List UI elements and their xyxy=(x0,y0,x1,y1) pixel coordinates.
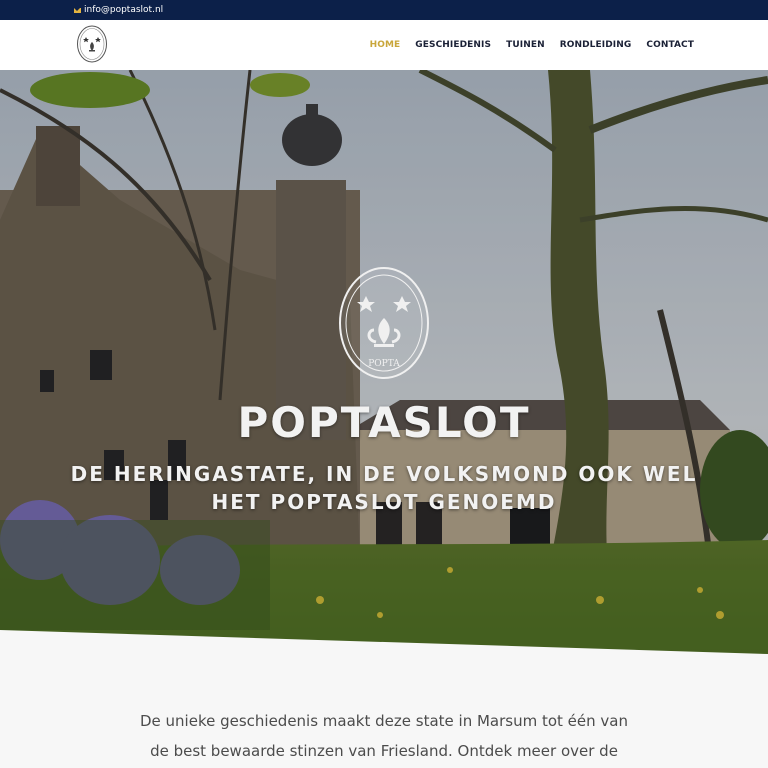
nav-tuinen[interactable]: TUINEN xyxy=(506,40,545,50)
hero-section: POPTA POPTASLOT DE HERINGASTATE, IN DE V… xyxy=(0,70,768,654)
email-link[interactable]: info@poptaslot.nl xyxy=(84,4,163,16)
envelope-icon xyxy=(74,7,81,13)
site-header: HOME GESCHIEDENIS TUINEN RONDLEIDING CON… xyxy=(0,20,768,70)
nav-rondleiding[interactable]: RONDLEIDING xyxy=(560,40,632,50)
top-bar-email[interactable]: info@poptaslot.nl xyxy=(74,4,163,16)
nav-contact[interactable]: CONTACT xyxy=(646,40,694,50)
hero-subtitle: DE HERINGASTATE, IN DE VOLKSMOND OOK WEL… xyxy=(70,462,698,514)
seal-text: POPTA xyxy=(368,359,400,369)
hero-title: POPTASLOT xyxy=(237,398,531,447)
intro-paragraph: De unieke geschiedenis maakt deze state … xyxy=(139,712,628,760)
nav-geschiedenis[interactable]: GESCHIEDENIS xyxy=(415,40,491,50)
nav-home[interactable]: HOME xyxy=(370,40,401,50)
site-logo[interactable] xyxy=(76,24,108,64)
main-navigation: HOME GESCHIEDENIS TUINEN RONDLEIDING CON… xyxy=(370,20,694,70)
poptaslot-seal-emblem: POPTA xyxy=(339,267,429,379)
top-bar: info@poptaslot.nl xyxy=(0,0,768,20)
